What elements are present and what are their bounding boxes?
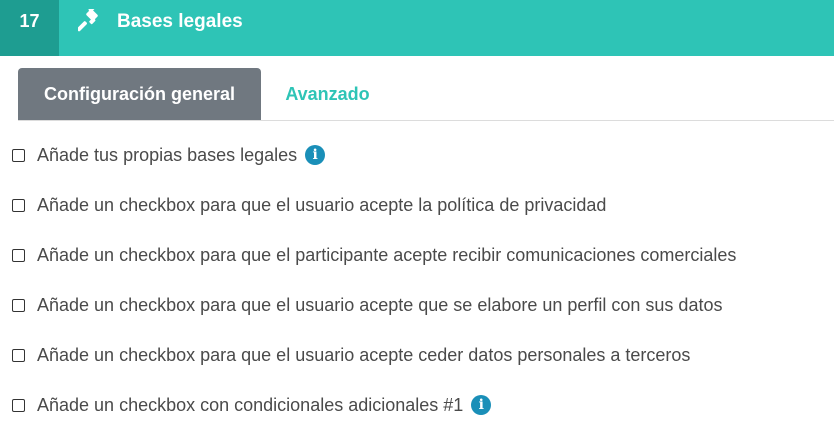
option-privacy-policy[interactable]: Añade un checkbox para que el usuario ac… [12,180,832,230]
section-title: Bases legales [117,11,243,32]
checkbox[interactable] [12,398,25,412]
tab-advanced[interactable]: Avanzado [261,68,394,120]
tab-bar: Configuración general Avanzado [18,68,834,121]
step-number: 17 [0,0,59,56]
option-additional-conditionals[interactable]: Añade un checkbox con condicionales adic… [12,380,832,430]
checkbox[interactable] [12,298,25,312]
section-header: 17 Bases legales [0,0,834,56]
info-icon[interactable]: i [471,395,492,415]
option-label: Añade un checkbox con condicionales adic… [37,394,464,415]
option-third-party-data[interactable]: Añade un checkbox para que el usuario ac… [12,330,832,380]
info-icon[interactable]: i [305,145,326,165]
option-label: Añade un checkbox para que el usuario ac… [37,294,723,315]
checkbox[interactable] [12,348,25,362]
option-label: Añade tus propias bases legales [37,144,298,165]
option-label: Añade un checkbox para que el usuario ac… [37,194,607,215]
option-label: Añade un checkbox para que el usuario ac… [37,344,691,365]
option-commercial-communications[interactable]: Añade un checkbox para que el participan… [12,230,832,280]
checkbox[interactable] [12,248,25,262]
option-own-legal-bases[interactable]: Añade tus propias bases legales i [12,130,832,180]
gavel-icon [78,9,98,32]
option-profiling[interactable]: Añade un checkbox para que el usuario ac… [12,280,832,330]
checkbox[interactable] [12,198,25,212]
option-label: Añade un checkbox para que el participan… [37,244,737,265]
checkbox[interactable] [12,148,25,162]
tab-general-config[interactable]: Configuración general [18,68,261,120]
